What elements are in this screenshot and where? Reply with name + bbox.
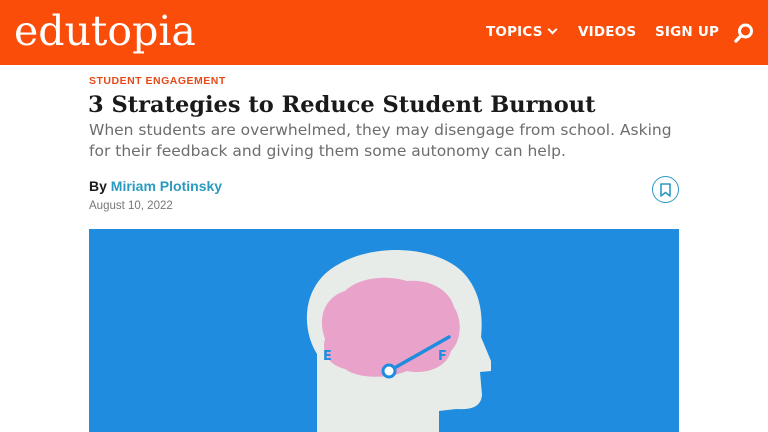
author-link[interactable]: Miriam Plotinsky bbox=[111, 178, 222, 194]
publish-date: August 10, 2022 bbox=[89, 200, 173, 212]
article-subtitle: When students are overwhelmed, they may … bbox=[89, 121, 672, 160]
nav-topics-label: TOPICS bbox=[486, 24, 543, 40]
site-header: edutopia TOPICS VIDEOS SIGN UP bbox=[0, 0, 768, 65]
search-button[interactable] bbox=[733, 22, 755, 44]
article-category[interactable]: STUDENT ENGAGEMENT bbox=[89, 75, 226, 87]
nav-videos[interactable]: VIDEOS bbox=[578, 24, 636, 40]
bookmark-button[interactable] bbox=[652, 176, 679, 203]
gauge-full-label: F bbox=[438, 349, 447, 364]
bookmark-icon bbox=[660, 183, 671, 197]
nav-topics[interactable]: TOPICS bbox=[486, 24, 558, 40]
chevron-down-icon bbox=[547, 24, 558, 35]
edutopia-logo[interactable]: edutopia bbox=[14, 6, 196, 56]
nav-signup[interactable]: SIGN UP bbox=[655, 24, 719, 40]
search-icon bbox=[734, 23, 753, 43]
byline-prefix: By bbox=[89, 178, 107, 194]
article-title: 3 Strategies to Reduce Student Burnout bbox=[88, 92, 596, 118]
hero-illustration: E F bbox=[89, 229, 679, 432]
gauge-pivot-icon bbox=[381, 363, 397, 379]
gauge-empty-label: E bbox=[323, 349, 332, 364]
byline: By Miriam Plotinsky bbox=[89, 177, 222, 195]
